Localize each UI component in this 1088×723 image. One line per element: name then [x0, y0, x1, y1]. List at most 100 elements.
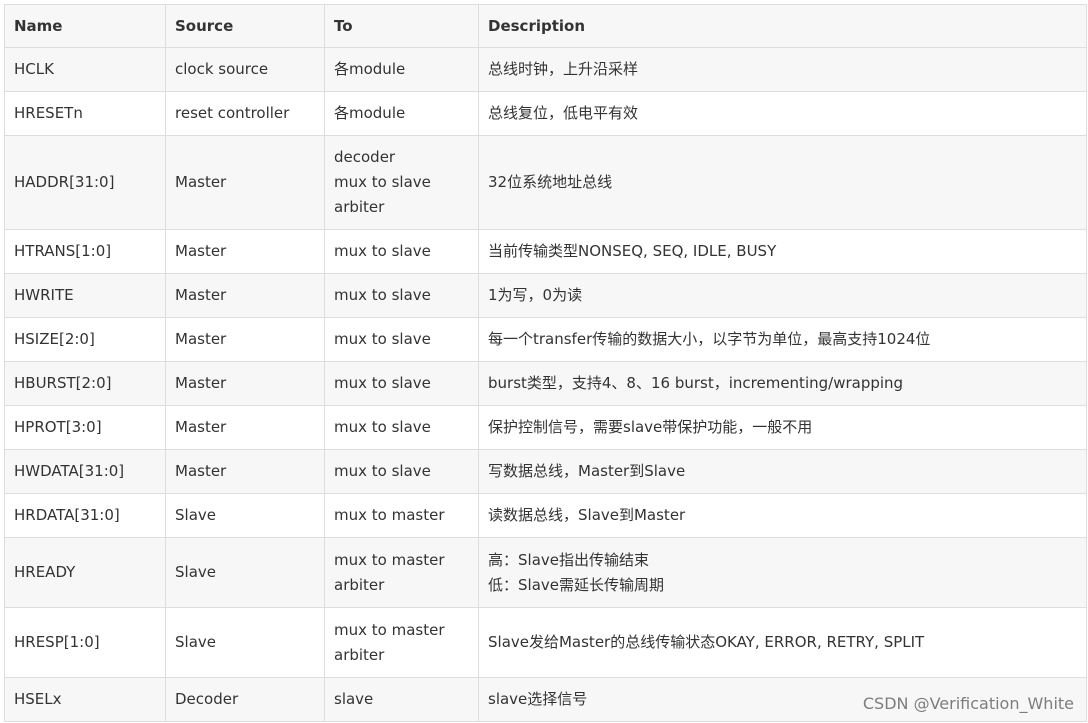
cell-description: 总线时钟，上升沿采样 [478, 47, 1087, 92]
header-name: Name [4, 4, 166, 48]
cell-to-line: mux to slave [334, 286, 431, 304]
cell-to: slave [324, 677, 479, 722]
cell-description-line: 1为写，0为读 [488, 286, 583, 304]
cell-to-line: arbiter [334, 198, 385, 216]
cell-to-line: mux to slave [334, 418, 431, 436]
cell-to-line: mux to master [334, 550, 445, 569]
cell-name: HCLK [4, 47, 166, 92]
cell-description-line: burst类型，支持4、8、16 burst，incrementing/wrap… [488, 374, 904, 392]
cell-name: HPROT[3:0] [4, 405, 166, 450]
cell-source: Decoder [165, 677, 325, 722]
cell-description-line: 读数据总线，Slave到Master [488, 506, 686, 524]
cell-to-line: mux to slave [334, 374, 431, 392]
cell-description: 1为写，0为读 [478, 273, 1087, 318]
cell-source: Slave [165, 607, 325, 678]
cell-description: 读数据总线，Slave到Master [478, 493, 1087, 538]
cell-description: 高：Slave指出传输结束 低：Slave需延长传输周期 [478, 537, 1087, 608]
cell-description: 保护控制信号，需要slave带保护功能，一般不用 [478, 405, 1087, 450]
cell-name: HSELx [4, 677, 166, 722]
cell-to-line: mux to slave [334, 462, 431, 480]
cell-description: 总线复位，低电平有效 [478, 91, 1087, 136]
cell-to-line: arbiter [334, 645, 385, 664]
cell-to-line: 各module [334, 104, 406, 122]
cell-to-line: mux to master [334, 620, 445, 639]
cell-source: Master [165, 361, 325, 406]
cell-description-line: 保护控制信号，需要slave带保护功能，一般不用 [488, 418, 813, 436]
cell-to-line: slave [334, 690, 374, 708]
cell-description-line: 32位系统地址总线 [488, 173, 613, 191]
table-row: HTRANS[1:0] Master mux to slave 当前传输类型NONSE… [4, 229, 1087, 274]
header-description: Description [478, 4, 1087, 48]
table-row: HREADY Slave mux to master arbiter 高：Slave指出… [4, 537, 1087, 608]
signal-table: Name Source To Description HCLK clock sou… [4, 4, 1087, 722]
cell-description-line: 写数据总线，Master到Slave [488, 462, 686, 480]
cell-to: mux to slave [324, 317, 479, 362]
cell-name: HRESP[1:0] [4, 607, 166, 678]
cell-description: 当前传输类型NONSEQ, SEQ, IDLE, BUSY [478, 229, 1087, 274]
cell-name: HREADY [4, 537, 166, 608]
cell-source: Slave [165, 493, 325, 538]
cell-description: 每一个transfer传输的数据大小，以字节为单位，最高支持1024位 [478, 317, 1087, 362]
table-row: HPROT[3:0] Master mux to slave 保护控制信号，需要sla… [4, 405, 1087, 450]
cell-description-line: 当前传输类型NONSEQ, SEQ, IDLE, BUSY [488, 242, 777, 260]
cell-source: Master [165, 405, 325, 450]
table-row: HBURST[2:0] Master mux to slave burst类型，支持4… [4, 361, 1087, 406]
cell-to-line: 各module [334, 60, 406, 78]
cell-to: mux to slave [324, 361, 479, 406]
cell-description-line: 总线复位，低电平有效 [488, 104, 639, 122]
table-row: HWDATA[31:0] Master mux to slave 写数据总线，Mast… [4, 449, 1087, 494]
cell-source: clock source [165, 47, 325, 92]
cell-to-line: decoder [334, 148, 396, 166]
cell-to: mux to slave [324, 229, 479, 274]
cell-source: Master [165, 449, 325, 494]
table-row: HRDATA[31:0] Slave mux to master 读数据总线，Slav… [4, 493, 1087, 538]
cell-to: 各module [324, 47, 479, 92]
table-row: HWRITE Master mux to slave 1为写，0为读 [4, 273, 1087, 318]
cell-to-line: mux to slave [334, 242, 431, 260]
header-row: Name Source To Description [4, 4, 1087, 48]
cell-name: HRESETn [4, 91, 166, 136]
cell-source: Master [165, 229, 325, 274]
cell-description-line: 低：Slave需延长传输周期 [488, 575, 664, 594]
cell-to: mux to slave [324, 449, 479, 494]
cell-source: Master [165, 273, 325, 318]
table-header: Name Source To Description [4, 4, 1087, 48]
cell-source: reset controller [165, 91, 325, 136]
cell-name: HWRITE [4, 273, 166, 318]
watermark: CSDN @Verification_White [862, 694, 1074, 713]
cell-name: HADDR[31:0] [4, 135, 166, 230]
cell-source: Slave [165, 537, 325, 608]
cell-description: Slave发给Master的总线传输状态OKAY, ERROR, RETRY, … [478, 607, 1087, 678]
cell-to: mux to slave [324, 405, 479, 450]
header-to: To [324, 4, 479, 48]
cell-source: Master [165, 135, 325, 230]
table-row: HSIZE[2:0] Master mux to slave 每一个transfer传… [4, 317, 1087, 362]
cell-to: mux to master arbiter [324, 537, 479, 608]
cell-description-line: 每一个transfer传输的数据大小，以字节为单位，最高支持1024位 [488, 330, 931, 348]
table-row: HRESETn reset controller 各module 总线复位，低电平有效 [4, 91, 1087, 136]
cell-to: mux to master arbiter [324, 607, 479, 678]
cell-description-line: Slave发给Master的总线传输状态OKAY, ERROR, RETRY, … [488, 633, 925, 651]
cell-description: burst类型，支持4、8、16 burst，incrementing/wrap… [478, 361, 1087, 406]
table-row: HRESP[1:0] Slave mux to master arbiter Slave… [4, 607, 1087, 678]
cell-name: HRDATA[31:0] [4, 493, 166, 538]
cell-to: mux to master [324, 493, 479, 538]
cell-description-line: 高：Slave指出传输结束 [488, 550, 649, 569]
cell-to-line: mux to master [334, 506, 445, 524]
cell-to-line: mux to slave [334, 173, 431, 191]
cell-to: mux to slave [324, 273, 479, 318]
cell-to: 各module [324, 91, 479, 136]
cell-to-line: arbiter [334, 575, 385, 594]
table-row: HCLK clock source 各module 总线时钟，上升沿采样 [4, 47, 1087, 92]
table-row: HADDR[31:0] Master decoder mux to slave arbi… [4, 135, 1087, 230]
table-body: HCLK clock source 各module 总线时钟，上升沿采样 HRESETn… [4, 47, 1087, 722]
cell-to-line: mux to slave [334, 330, 431, 348]
cell-name: HWDATA[31:0] [4, 449, 166, 494]
cell-description: 32位系统地址总线 [478, 135, 1087, 230]
cell-to: decoder mux to slave arbiter [324, 135, 479, 230]
cell-description: 写数据总线，Master到Slave [478, 449, 1087, 494]
cell-name: HBURST[2:0] [4, 361, 166, 406]
header-source: Source [165, 4, 325, 48]
cell-name: HSIZE[2:0] [4, 317, 166, 362]
cell-description-line: 总线时钟，上升沿采样 [488, 60, 639, 78]
